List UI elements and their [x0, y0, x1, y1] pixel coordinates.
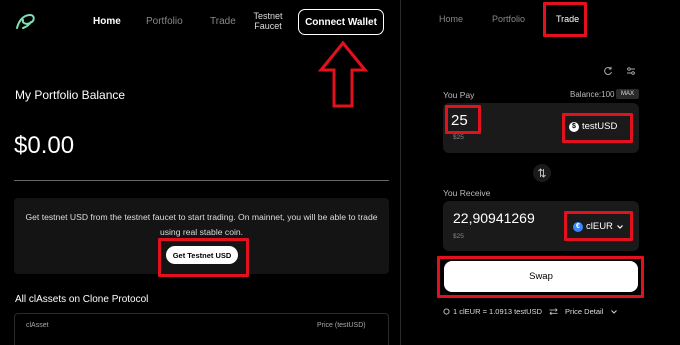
- swap-button[interactable]: Swap: [444, 261, 638, 292]
- receive-token-selector[interactable]: € clEUR: [573, 221, 624, 232]
- receive-amount: 22,90941269: [453, 210, 535, 226]
- receive-token-label: clEUR: [586, 221, 613, 232]
- portfolio-balance: $0.00: [14, 132, 75, 159]
- pay-token-label: testUSD: [582, 121, 618, 132]
- get-testnet-usd-button[interactable]: Get Testnet USD: [166, 246, 238, 264]
- right-nav-trade[interactable]: Trade: [556, 14, 579, 24]
- portfolio-title: My Portfolio Balance: [15, 88, 126, 102]
- left-panel: Home Portfolio Trade Testnet Faucet Conn…: [0, 0, 400, 345]
- assets-title: All clAssets on Clone Protocol: [15, 294, 149, 305]
- info-circle-icon: [443, 308, 450, 315]
- price-detail-toggle[interactable]: Price Detail: [549, 307, 618, 316]
- right-nav-portfolio[interactable]: Portfolio: [492, 14, 525, 24]
- testusd-coin-icon: $: [569, 121, 579, 132]
- pay-token-selector[interactable]: $ testUSD: [569, 121, 617, 132]
- faucet-description: Get testnet USD from the testnet faucet …: [25, 212, 378, 237]
- refresh-icon[interactable]: [603, 66, 613, 76]
- exchange-arrows-icon: [549, 308, 558, 315]
- settings-sliders-icon[interactable]: [626, 66, 636, 76]
- nav-portfolio[interactable]: Portfolio: [146, 16, 183, 27]
- divider: [14, 180, 389, 181]
- connect-wallet-button[interactable]: Connect Wallet: [298, 9, 384, 35]
- faucet-card: Get testnet USD from the testnet faucet …: [14, 198, 389, 274]
- column-header-classet: clAsset: [26, 322, 49, 329]
- assets-table: clAsset Price (testUSD): [14, 313, 389, 345]
- swap-direction-icon[interactable]: [533, 164, 551, 182]
- logo-icon[interactable]: [14, 12, 38, 32]
- price-detail-label: Price Detail: [565, 307, 604, 316]
- faucet-line-2: Faucet: [254, 21, 282, 31]
- exchange-rate: 1 clEUR = 1.0913 testUSD: [443, 307, 542, 316]
- max-button[interactable]: MAX: [616, 89, 639, 99]
- nav-trade[interactable]: Trade: [210, 16, 236, 27]
- pay-usd-value: $25: [453, 134, 464, 141]
- faucet-line-1: Testnet: [253, 11, 283, 21]
- pay-amount-input[interactable]: 25: [451, 112, 468, 129]
- panel-divider: [400, 0, 401, 345]
- right-nav-home[interactable]: Home: [439, 14, 463, 24]
- you-receive-label: You Receive: [443, 188, 491, 198]
- balance-label: Balance:100: [570, 90, 615, 99]
- nav-home[interactable]: Home: [93, 16, 121, 27]
- you-pay-label: You Pay: [443, 90, 475, 100]
- up-arrow-icon: [318, 40, 368, 108]
- chevron-down-icon: [616, 224, 623, 229]
- exchange-rate-text: 1 clEUR = 1.0913 testUSD: [453, 307, 543, 316]
- chevron-down-icon: [611, 309, 618, 314]
- receive-usd-value: $25: [453, 233, 464, 240]
- nav-testnet-faucet[interactable]: Testnet Faucet: [252, 11, 284, 31]
- cleur-coin-icon: €: [573, 221, 583, 232]
- column-header-price: Price (testUSD): [317, 322, 366, 329]
